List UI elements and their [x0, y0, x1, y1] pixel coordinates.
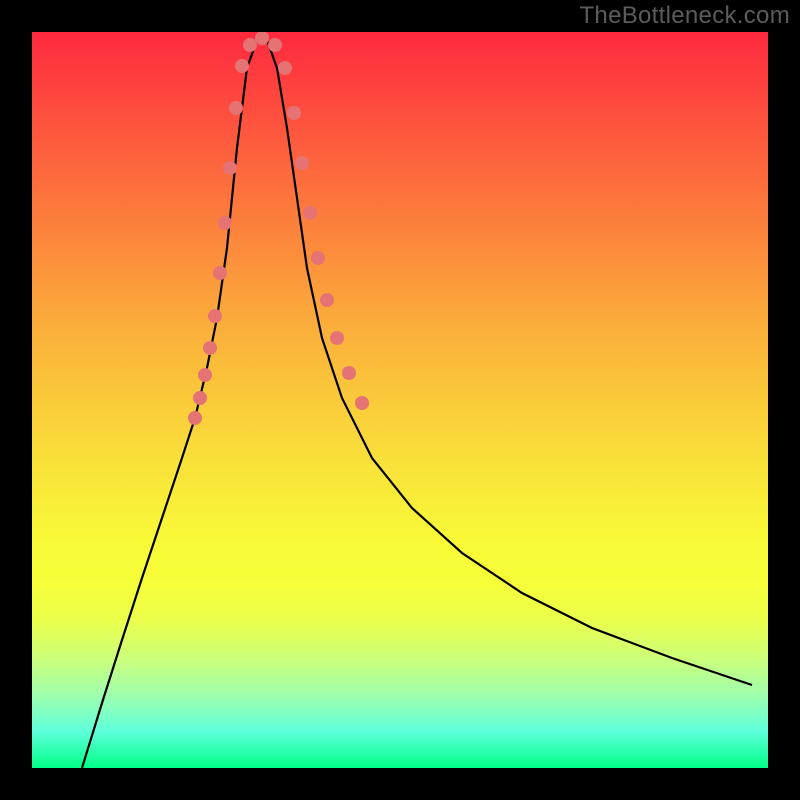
curve-marker [287, 106, 301, 120]
curve-marker [203, 341, 217, 355]
curve-marker [342, 366, 356, 380]
plot-area [32, 32, 768, 768]
curve-marker [330, 331, 344, 345]
curve-marker [229, 101, 243, 115]
curve-marker [223, 161, 237, 175]
curve-marker [355, 396, 369, 410]
watermark-text: TheBottleneck.com [579, 2, 790, 30]
curve-svg [32, 32, 768, 768]
chart-frame: TheBottleneck.com [0, 0, 800, 800]
curve-marker [268, 38, 282, 52]
curve-marker [208, 309, 222, 323]
curve-marker [295, 156, 309, 170]
bottleneck-curve [82, 40, 752, 768]
curve-marker [278, 61, 292, 75]
curve-marker [213, 266, 227, 280]
curve-marker [235, 59, 249, 73]
curve-marker [311, 251, 325, 265]
curve-marker [198, 368, 212, 382]
curve-marker [193, 391, 207, 405]
curve-marker [255, 32, 269, 45]
curve-markers [188, 32, 369, 425]
curve-marker [218, 216, 232, 230]
curve-marker [320, 293, 334, 307]
curve-marker [303, 206, 317, 220]
curve-marker [243, 38, 257, 52]
curve-marker [188, 411, 202, 425]
